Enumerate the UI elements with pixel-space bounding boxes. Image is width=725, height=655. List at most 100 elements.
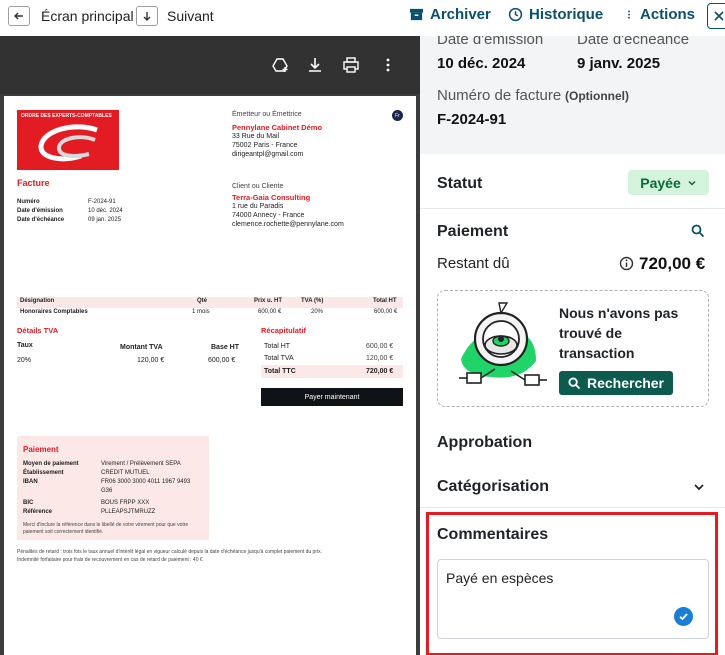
payment-label: IBAN bbox=[23, 479, 38, 485]
emitter-name: Pennylane Cabinet Démo bbox=[232, 123, 323, 132]
invoice-pdf-page: ORDRE DES EXPERTS-COMPTABLES Émetteur ou… bbox=[4, 96, 416, 655]
clock-icon bbox=[508, 7, 523, 22]
magnifier-illustration-icon bbox=[459, 302, 547, 386]
logo-swirl-icon bbox=[38, 124, 98, 162]
next-link[interactable]: Suivant bbox=[167, 8, 214, 24]
status-title: Statut bbox=[437, 175, 483, 192]
line-items-header bbox=[17, 297, 403, 308]
chevron-down-icon[interactable] bbox=[693, 481, 705, 493]
emitter-title: Émetteur ou Émettrice bbox=[232, 111, 302, 118]
remaining-value: 720,00 € bbox=[639, 254, 706, 273]
search-icon[interactable] bbox=[691, 224, 705, 238]
vat-cell: 600,00 € bbox=[208, 357, 236, 364]
meta-value: F-2024-91 bbox=[88, 199, 116, 205]
client-name: Terra-Gaia Consulting bbox=[232, 193, 311, 202]
emitter-address2: 75002 Paris - France bbox=[232, 142, 298, 149]
meta-value: 09 jan. 2025 bbox=[88, 217, 122, 223]
back-button[interactable] bbox=[8, 6, 30, 26]
invoice-number-label: Numéro de facture bbox=[437, 87, 562, 104]
top-bar: Écran principal Suivant Archiver Histori… bbox=[0, 0, 725, 36]
meta-value: 10 déc. 2024 bbox=[88, 208, 123, 214]
archive-label: Archiver bbox=[430, 6, 491, 23]
download-icon[interactable] bbox=[306, 56, 324, 74]
logo-text: ORDRE DES EXPERTS-COMPTABLES bbox=[21, 113, 112, 119]
table-header: Prix u. HT bbox=[254, 298, 283, 304]
home-link[interactable]: Écran principal bbox=[41, 8, 134, 24]
invoice-number-optional: (Optionnel) bbox=[565, 89, 629, 103]
issue-date-value[interactable]: 10 déc. 2024 bbox=[437, 55, 525, 72]
client-address2: 74000 Annecy - France bbox=[232, 212, 305, 219]
categorization-title[interactable]: Catégorisation bbox=[437, 478, 549, 496]
company-logo: ORDRE DES EXPERTS-COMPTABLES bbox=[17, 110, 119, 170]
vat-title: Détails TVA bbox=[17, 326, 59, 335]
arrow-left-icon bbox=[14, 12, 23, 20]
save-comment-button[interactable] bbox=[674, 607, 693, 626]
avatar-text: Fr bbox=[395, 112, 400, 119]
print-icon[interactable] bbox=[342, 56, 360, 74]
status-value: Payée bbox=[640, 174, 681, 191]
add-to-drive-icon[interactable] bbox=[271, 56, 289, 74]
search-icon bbox=[568, 376, 581, 389]
meta-label: Date d'émission bbox=[17, 208, 63, 214]
history-button[interactable]: Historique bbox=[508, 6, 603, 23]
actions-label: Actions bbox=[640, 6, 696, 23]
payment-label: Moyen de paiement bbox=[23, 461, 79, 467]
invoice-title: Facture bbox=[17, 178, 50, 188]
divider bbox=[420, 208, 725, 209]
more-vertical-icon bbox=[628, 10, 630, 19]
search-label: Rechercher bbox=[586, 375, 665, 391]
meta-label: Numéro bbox=[17, 199, 40, 205]
info-icon bbox=[619, 256, 634, 271]
table-cell: 1 mois bbox=[192, 309, 210, 315]
next-button[interactable] bbox=[136, 6, 158, 26]
approval-title[interactable]: Approbation bbox=[437, 434, 532, 452]
due-date-value[interactable]: 9 janv. 2025 bbox=[577, 55, 660, 72]
payment-value: BOUS FRPP XXX bbox=[101, 500, 150, 506]
summary-label: Total HT bbox=[264, 343, 291, 350]
summary-value: 600,00 € bbox=[366, 343, 394, 350]
penalty-note: Indemnité forfaitaire pour frais de reco… bbox=[17, 557, 203, 563]
summary-title: Récapitulatif bbox=[261, 326, 307, 335]
payment-note: Merci d'inclure la référence dans le lib… bbox=[23, 522, 189, 528]
comment-input[interactable]: Payé en espèces bbox=[437, 559, 709, 639]
no-transaction-box: Nous n'avons pas trouvé de transaction R… bbox=[437, 290, 709, 407]
chevron-down-icon bbox=[688, 180, 696, 186]
summary-label: Total TVA bbox=[264, 355, 294, 362]
payment-note: paiement soit correctement identifié. bbox=[23, 529, 104, 535]
vat-header: Base HT bbox=[211, 344, 240, 351]
issue-date-label: Date d'émission bbox=[437, 36, 544, 48]
client-title: Client ou Cliente bbox=[232, 183, 284, 190]
search-transaction-button[interactable]: Rechercher bbox=[559, 371, 673, 395]
vat-cell: 120,00 € bbox=[137, 357, 165, 364]
comment-text: Payé en espèces bbox=[446, 570, 554, 586]
payment-value: FR06 3000 3000 4011 1967 9493 bbox=[101, 479, 191, 485]
divider bbox=[420, 507, 725, 508]
pdf-viewer: ORDRE DES EXPERTS-COMPTABLES Émetteur ou… bbox=[0, 36, 420, 655]
payment-label: BIC bbox=[23, 500, 34, 506]
table-cell: 20% bbox=[311, 309, 324, 315]
vat-header: Montant TVA bbox=[120, 344, 163, 351]
payment-value: CREDIT MUTUEL bbox=[101, 470, 150, 476]
close-icon bbox=[714, 11, 724, 21]
emitter-avatar: Fr bbox=[392, 110, 403, 121]
archive-icon bbox=[409, 8, 424, 21]
pay-now-button[interactable]: Payer maintenant bbox=[261, 388, 403, 406]
more-vertical-icon[interactable] bbox=[379, 56, 397, 74]
invoice-details-panel: Date d'émission Date d'échéance 10 déc. … bbox=[420, 36, 725, 655]
actions-button[interactable]: Actions bbox=[624, 6, 695, 23]
status-dropdown[interactable]: Payée bbox=[628, 170, 709, 195]
payment-label: Référence bbox=[23, 509, 53, 515]
meta-label: Date d'échéance bbox=[17, 217, 65, 223]
payment-label: Établissement bbox=[23, 470, 64, 476]
archive-button[interactable]: Archiver bbox=[409, 6, 491, 23]
invoice-number-value[interactable]: F-2024-91 bbox=[437, 111, 506, 128]
summary-value: 120,00 € bbox=[366, 355, 394, 362]
close-button[interactable] bbox=[707, 3, 725, 29]
table-header: Qté bbox=[197, 298, 208, 304]
remaining-label: Restant dû bbox=[437, 255, 510, 272]
payment-value: PLLEAPSJTMRUZZ bbox=[101, 509, 156, 515]
client-email: clemence.rochette@pennylane.com bbox=[232, 221, 344, 228]
history-label: Historique bbox=[529, 6, 604, 23]
table-header: TVA (%) bbox=[301, 298, 324, 304]
comments-title: Commentaires bbox=[437, 526, 549, 543]
